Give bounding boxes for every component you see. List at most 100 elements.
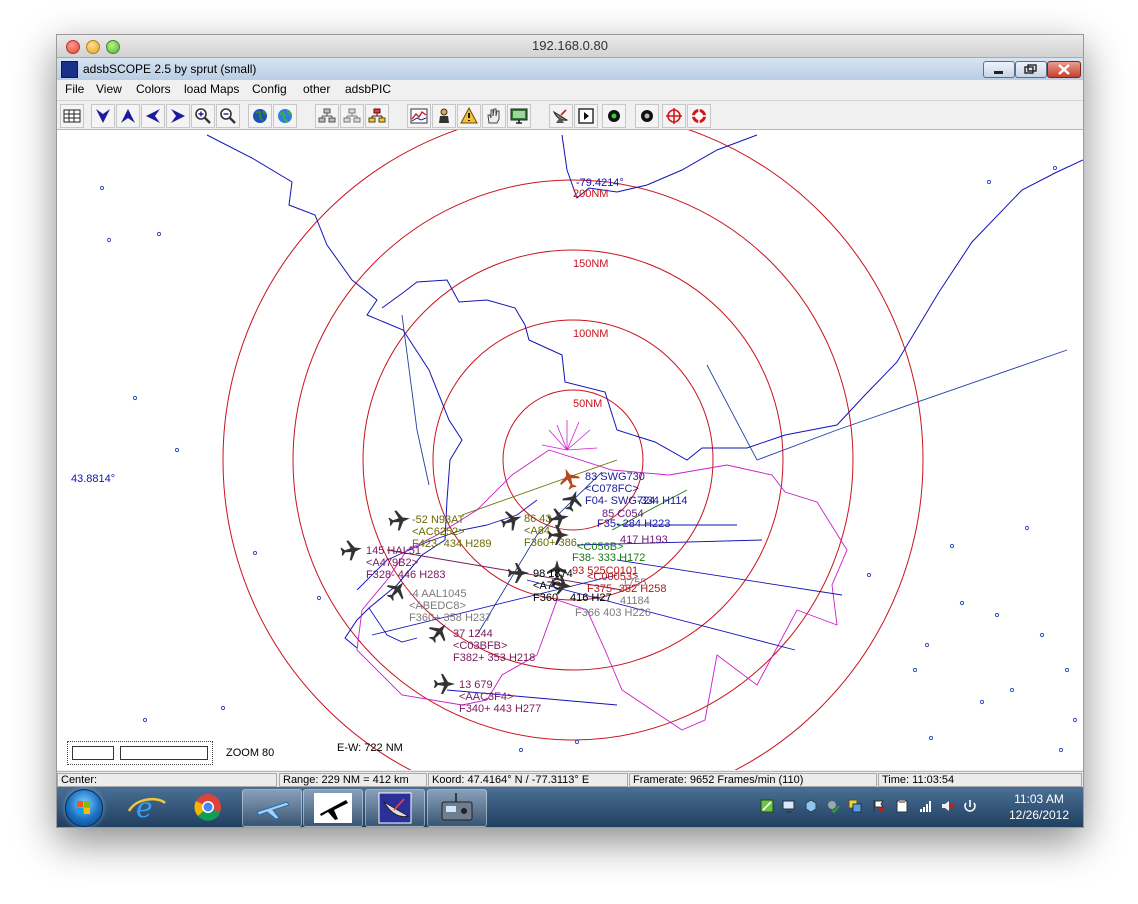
aircraft-label[interactable]: F38- 333 H172 <box>572 552 645 564</box>
aircraft-icon[interactable] <box>498 507 525 533</box>
tray-power-icon[interactable] <box>963 799 977 813</box>
move-up-button[interactable] <box>116 104 140 128</box>
aircraft-label[interactable]: -4 AAL1045 <ABEDC8> F360+ 358 H237 <box>409 588 491 624</box>
move-down-button[interactable] <box>91 104 115 128</box>
aircraft-label[interactable]: F35- 284 H223 <box>597 518 670 530</box>
aircraft-label[interactable]: 13 679 <AAC3F4> F340+ 443 H277 <box>459 679 541 715</box>
table-button[interactable] <box>60 104 84 128</box>
tray-volume-icon[interactable] <box>941 799 955 813</box>
zoom-out-button[interactable] <box>216 104 240 128</box>
dot-black-button[interactable] <box>635 104 659 128</box>
menu-load-maps[interactable]: load Maps <box>184 82 239 96</box>
menu-adsbpic[interactable]: adsbPIC <box>345 82 391 96</box>
dish-icon <box>552 109 569 123</box>
menu-other[interactable]: other <box>303 82 330 96</box>
restore-icon <box>1024 64 1037 74</box>
tray-flag-icon[interactable] <box>872 799 886 813</box>
taskbar-chrome[interactable] <box>179 789 237 825</box>
windows-logo-icon <box>77 801 90 814</box>
tree-button[interactable] <box>315 104 339 128</box>
zoom-in-button[interactable] <box>191 104 215 128</box>
airport-dots <box>99 165 1078 753</box>
menu-file[interactable]: File <box>65 82 84 96</box>
aircraft-label[interactable]: 41184 F366 403 H226 <box>575 595 651 619</box>
target-icon <box>692 109 706 123</box>
aircraft-icon[interactable] <box>387 508 411 531</box>
map-canvas[interactable] <box>57 130 1083 770</box>
table-icon <box>63 109 81 123</box>
longitude-label: -79.4214° <box>576 177 624 189</box>
app-logo-icon[interactable] <box>61 61 78 78</box>
menu-bar: File View Colors load Maps Config other … <box>57 80 1083 101</box>
range-label-50: 50NM <box>573 398 603 410</box>
menu-view[interactable]: View <box>96 82 122 96</box>
menu-colors[interactable]: Colors <box>136 82 171 96</box>
aircraft-label[interactable]: 37 1244 <C03BFB> F382+ 353 H218 <box>453 628 535 664</box>
close-button[interactable] <box>1047 61 1081 78</box>
aircraft-icon[interactable] <box>508 563 529 583</box>
dot-green-button[interactable] <box>602 104 626 128</box>
start-button[interactable] <box>65 789 103 827</box>
tray-check-icon[interactable] <box>826 799 840 814</box>
aircraft-label[interactable]: 145 HAL51 <A479B2> F328- 446 H283 <box>366 545 446 581</box>
status-range: Range: 229 NM = 412 km <box>279 773 427 787</box>
aircraft-label-line: F366 403 H226 <box>575 607 651 619</box>
dish-button[interactable] <box>549 104 573 128</box>
aircraft-label[interactable]: 98 1874 <A7C F360 <box>533 568 573 604</box>
target-button[interactable] <box>687 104 711 128</box>
taskbar-ie[interactable]: e <box>119 789 177 825</box>
hand-button[interactable] <box>482 104 506 128</box>
tree-color-button[interactable] <box>365 104 389 128</box>
crosshair-button[interactable] <box>662 104 686 128</box>
aircraft-label[interactable]: 1755 <box>622 577 646 589</box>
minimize-button[interactable] <box>983 61 1015 78</box>
aircraft-label-line: <A7C <box>533 580 561 592</box>
aircraft-label-line: F328- 446 H283 <box>366 569 446 581</box>
warning-button[interactable] <box>457 104 481 128</box>
status-center: Center: <box>57 773 277 787</box>
tree-color-icon <box>368 108 386 123</box>
taskbar-plane-outline[interactable] <box>242 789 302 827</box>
boundary-line <box>401 314 1068 636</box>
aircraft-label[interactable]: 86 43 <A84 F360+ 386 <box>524 513 577 549</box>
tray-clipboard-icon[interactable] <box>895 799 909 813</box>
aircraft-label-line: F340+ 443 H277 <box>459 703 542 715</box>
tray-box-icon[interactable] <box>804 799 818 813</box>
center-radials <box>541 420 598 451</box>
tray-green-icon[interactable] <box>760 799 774 813</box>
aircraft-icon[interactable] <box>339 538 363 561</box>
taskbar-radio[interactable] <box>427 789 487 827</box>
arrow-up-icon <box>121 109 135 123</box>
move-right-button[interactable] <box>166 104 190 128</box>
aircraft-label-line: -4 AAL1045 <box>409 588 467 600</box>
person-button[interactable] <box>432 104 456 128</box>
menu-config[interactable]: Config <box>252 82 287 96</box>
play-button[interactable] <box>574 104 598 128</box>
monitor-button[interactable] <box>507 104 531 128</box>
aircraft-icon[interactable] <box>434 674 455 694</box>
tray-clock[interactable]: 11:03 AM 12/26/2012 <box>997 791 1081 823</box>
aircraft-label[interactable]: 417 H193 <box>620 534 668 546</box>
taskbar-adsbscope[interactable] <box>365 789 425 827</box>
chart-button[interactable] <box>407 104 431 128</box>
tray-signal-icon[interactable] <box>919 799 933 813</box>
scale-box <box>67 741 213 765</box>
remote-titlebar: 192.168.0.80 <box>57 35 1083 58</box>
aircraft-label-line: <A84 <box>524 525 550 537</box>
tray-monitor-icon[interactable] <box>782 799 796 813</box>
taskbar-plane[interactable] <box>303 789 363 827</box>
globe-button[interactable] <box>248 104 272 128</box>
app-title: adsbSCOPE 2.5 by sprut (small) <box>83 62 257 76</box>
radar-map[interactable]: 50NM 100NM 150NM 200NM -79.4214° 43.8814… <box>57 130 1083 770</box>
dot-black-icon <box>641 110 653 122</box>
tree-gray-button[interactable] <box>340 104 364 128</box>
tray-network-icon[interactable] <box>848 799 862 813</box>
plane-outline-icon <box>256 801 290 820</box>
aircraft-icon[interactable] <box>556 465 582 492</box>
aircraft-label-line: 145 HAL51 <box>366 545 422 557</box>
globe-color-button[interactable] <box>273 104 297 128</box>
move-left-button[interactable] <box>141 104 165 128</box>
svg-text:e: e <box>136 791 153 824</box>
aircraft-label[interactable]: -334 H114 <box>637 495 688 507</box>
restore-button[interactable] <box>1015 61 1047 78</box>
